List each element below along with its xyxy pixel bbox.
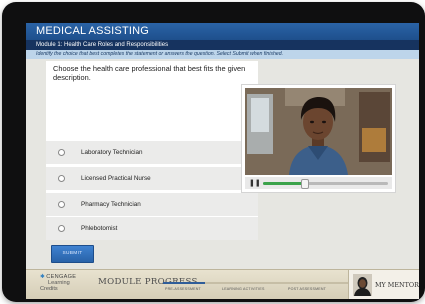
instructions-text: Identify the choice that best completes … xyxy=(26,50,419,59)
module-progress-track xyxy=(163,282,353,284)
choice-label: Laboratory Technician xyxy=(81,149,143,156)
video-scrubber-handle[interactable] xyxy=(301,178,310,189)
question-prompt: Choose the health care professional that… xyxy=(53,64,246,82)
cengage-logo: ✱ CENGAGE Learning Credits xyxy=(40,274,76,292)
video-progress-track[interactable] xyxy=(263,178,388,189)
device-bezel: MEDICAL ASSISTING Module 1: Health Care … xyxy=(2,2,425,302)
choice-licensed-practical-nurse[interactable]: Licensed Practical Nurse xyxy=(46,167,258,190)
stage-post-assessment[interactable]: POST ASSESSMENT xyxy=(288,287,326,291)
app-screen: MEDICAL ASSISTING Module 1: Health Care … xyxy=(26,23,419,299)
presenter-video-still xyxy=(245,88,392,175)
app-title: MEDICAL ASSISTING xyxy=(26,23,419,40)
video-frame-image[interactable] xyxy=(245,88,392,175)
choice-label: Pharmacy Technician xyxy=(81,201,141,208)
radio-button[interactable] xyxy=(58,149,65,156)
radio-button[interactable] xyxy=(58,175,65,182)
video-progress-fill xyxy=(263,181,305,185)
mentor-portrait-icon xyxy=(353,274,372,296)
submit-button[interactable]: SUBMIT xyxy=(51,245,94,263)
choice-label: Phlebotomist xyxy=(81,225,118,232)
choice-pharmacy-technician[interactable]: Pharmacy Technician xyxy=(46,193,258,216)
choice-phlebotomist[interactable]: Phlebotomist xyxy=(46,217,258,240)
footer-bar: ✱ CENGAGE Learning Credits MODULE PROGRE… xyxy=(26,269,419,299)
my-mentor-button[interactable]: MY MENTOR xyxy=(348,270,419,299)
mentor-avatar xyxy=(353,274,372,296)
question-panel: Choose the health care professional that… xyxy=(46,61,258,240)
my-mentor-label: MY MENTOR xyxy=(375,281,419,289)
choice-label: Licensed Practical Nurse xyxy=(81,175,151,182)
module-progress-fill xyxy=(163,282,205,284)
stage-pre-assessment[interactable]: PRE-ASSESSMENT xyxy=(165,287,201,291)
pause-icon[interactable]: ❚❚ xyxy=(249,179,261,187)
radio-button[interactable] xyxy=(58,201,65,208)
module-title: Module 1: Health Care Roles and Responsi… xyxy=(26,40,419,50)
choice-laboratory-technician[interactable]: Laboratory Technician xyxy=(46,141,258,164)
logo-line3: Credits xyxy=(40,286,58,292)
radio-button[interactable] xyxy=(58,225,65,232)
stage-learning-activities[interactable]: LEARNING ACTIVITIES xyxy=(222,287,265,291)
video-player: ❚❚ xyxy=(241,84,396,193)
video-controls: ❚❚ xyxy=(245,177,392,189)
